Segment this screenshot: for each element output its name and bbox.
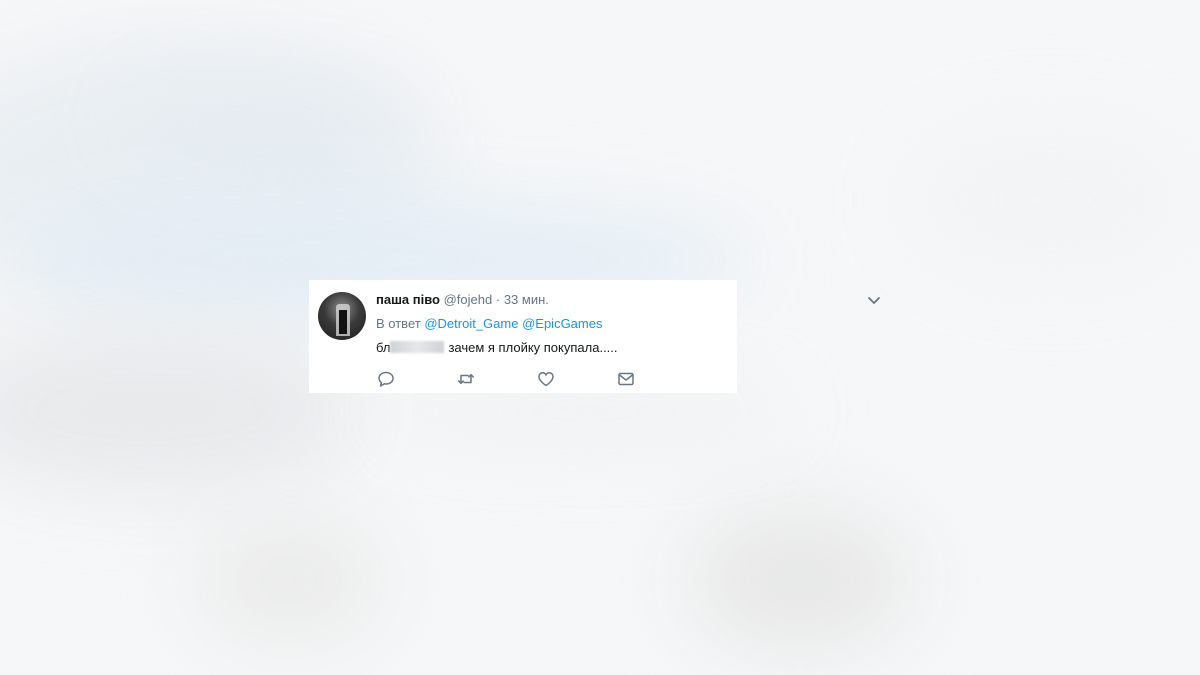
- tweet-header: паша піво @fojehd · 33 мин.: [376, 292, 549, 308]
- author-handle[interactable]: @fojehd: [444, 292, 493, 307]
- mention-link[interactable]: @Detroit_Game: [424, 316, 518, 331]
- mention-link[interactable]: @EpicGames: [522, 316, 602, 331]
- reply-icon[interactable]: [377, 370, 395, 388]
- heart-icon[interactable]: [537, 370, 555, 388]
- envelope-icon[interactable]: [617, 370, 635, 388]
- tweet-card[interactable]: паша піво @fojehd · 33 мин. В ответ @Det…: [309, 280, 880, 393]
- header-separator: ·: [495, 292, 501, 307]
- page-background: паша піво @fojehd · 33 мин. В ответ @Det…: [0, 0, 1200, 675]
- reply-prefix: В ответ: [376, 316, 421, 331]
- tweet-text-prefix: бл: [376, 340, 391, 355]
- author-name[interactable]: паша піво: [376, 292, 440, 307]
- tweet-text: бл зачем я плойку покупала.....: [376, 340, 618, 356]
- retweet-icon[interactable]: [457, 370, 475, 388]
- tweet-time[interactable]: 33 мин.: [504, 292, 549, 307]
- chevron-down-icon[interactable]: [866, 292, 882, 308]
- redacted-word: [390, 341, 445, 353]
- tweet-text-body: зачем я плойку покупала.....: [448, 340, 618, 355]
- avatar[interactable]: [318, 292, 366, 340]
- reply-context: В ответ @Detroit_Game @EpicGames: [376, 316, 602, 332]
